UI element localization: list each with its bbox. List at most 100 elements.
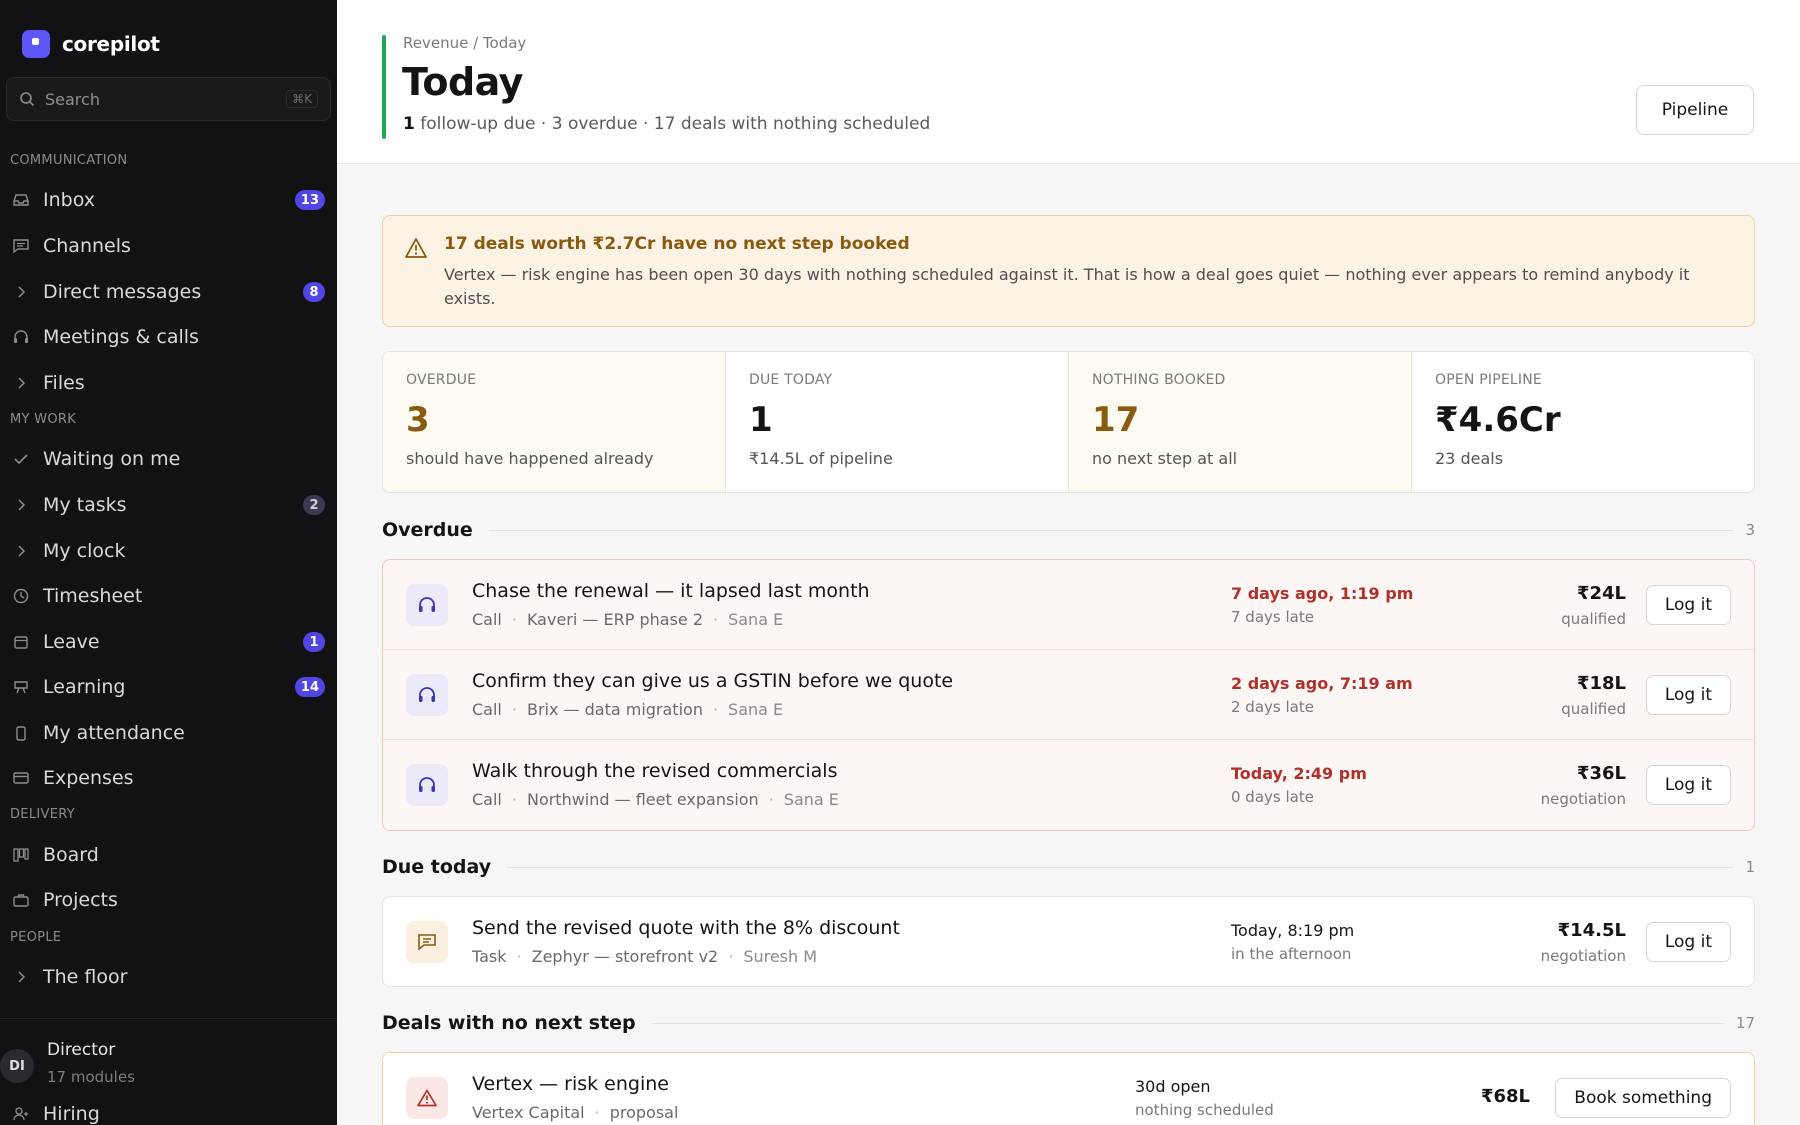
chat-icon	[12, 237, 30, 255]
item-when-note: in the afternoon	[1231, 945, 1352, 963]
no-next-step-list: Vertex — risk engine Vertex Capital · prop…	[382, 1052, 1755, 1125]
sidebar-item-timesheet[interactable]: Timesheet	[0, 576, 337, 616]
sidebar-item-the-floor[interactable]: The floor	[0, 957, 337, 997]
section-delivery: DELIVERY	[10, 807, 75, 822]
item-company[interactable]: Vertex Capital	[472, 1103, 585, 1122]
item-schedule-status: nothing scheduled	[1135, 1101, 1274, 1119]
logo-icon	[22, 30, 50, 58]
sidebar-item-projects[interactable]: Projects	[0, 880, 337, 920]
stat-sub: no next step at all	[1092, 449, 1238, 468]
sidebar: corepilot Search ⌘K COMMUNICATION Inbox …	[0, 0, 337, 1125]
stat-value: 17	[1092, 400, 1140, 440]
stat-open-pipeline[interactable]: OPEN PIPELINE ₹4.6Cr 23 deals	[1412, 352, 1754, 492]
count-badge: 1	[303, 632, 325, 652]
sidebar-item-my-tasks[interactable]: My tasks 2	[0, 485, 337, 525]
item-owner: Suresh M	[743, 947, 818, 966]
section-count: 17	[1735, 1014, 1755, 1032]
sidebar-item-waiting-on-me[interactable]: Waiting on me	[0, 439, 337, 479]
item-owner: Sana E	[783, 790, 839, 809]
section-divider	[651, 1022, 1724, 1024]
stat-value: 1	[749, 400, 773, 440]
stat-nothing-booked[interactable]: NOTHING BOOKED 17 no next step at all	[1069, 352, 1412, 492]
section-my-work: MY WORK	[10, 412, 77, 427]
sidebar-item-label: Waiting on me	[43, 448, 181, 470]
sidebar-item-board[interactable]: Board	[0, 835, 337, 875]
avatar[interactable]: DI	[0, 1049, 34, 1083]
meta-separator: ·	[516, 947, 522, 966]
sidebar-item-direct-messages[interactable]: Direct messages 8	[0, 272, 337, 312]
item-owner: Sana E	[728, 700, 784, 719]
due-today-list: Send the revised quote with the 8% disco…	[382, 896, 1755, 987]
sidebar-item-inbox[interactable]: Inbox 13	[0, 180, 337, 220]
item-type: Call	[472, 790, 502, 809]
meta-separator: ·	[511, 610, 517, 629]
card-icon	[12, 769, 30, 787]
user-name[interactable]: Director	[47, 1040, 115, 1060]
item-meta: Vertex Capital · proposal	[472, 1103, 678, 1122]
list-item[interactable]: Chase the renewal — it lapsed last month…	[383, 560, 1754, 650]
item-type: Task	[472, 947, 507, 966]
sidebar-item-hiring[interactable]: Hiring	[0, 1094, 337, 1125]
check-icon	[12, 450, 30, 468]
headset-icon	[406, 674, 448, 716]
item-late: 0 days late	[1231, 788, 1314, 806]
sidebar-item-label: Files	[43, 372, 85, 394]
log-it-button[interactable]: Log it	[1645, 585, 1731, 625]
log-it-button[interactable]: Log it	[1645, 765, 1731, 805]
item-meta: Call · Brix — data migration · Sana E	[472, 700, 783, 719]
sidebar-item-files[interactable]: Files	[0, 363, 337, 403]
page-title: Today	[402, 60, 523, 104]
sidebar-item-label: Meetings & calls	[43, 326, 199, 348]
stat-label: NOTHING BOOKED	[1092, 372, 1226, 388]
stat-label: OVERDUE	[406, 372, 477, 388]
log-it-button[interactable]: Log it	[1645, 922, 1731, 962]
item-deal[interactable]: Zephyr — storefront v2	[532, 947, 719, 966]
item-owner: Sana E	[728, 610, 784, 629]
search-input[interactable]: Search ⌘K	[6, 77, 331, 121]
sidebar-item-expenses[interactable]: Expenses	[0, 758, 337, 798]
item-deal[interactable]: Northwind — fleet expansion	[527, 790, 759, 809]
item-title: Walk through the revised commercials	[472, 760, 838, 782]
list-item[interactable]: Walk through the revised commercials Cal…	[383, 740, 1754, 830]
overdue-list: Chase the renewal — it lapsed last month…	[382, 559, 1755, 831]
stat-value: ₹4.6Cr	[1435, 400, 1561, 440]
stat-due-today[interactable]: DUE TODAY 1 ₹14.5L of pipeline	[726, 352, 1069, 492]
item-meta: Call · Northwind — fleet expansion · Sana E	[472, 790, 839, 809]
sidebar-item-label: Inbox	[43, 189, 95, 211]
list-item[interactable]: Confirm they can give us a GSTIN before …	[383, 650, 1754, 740]
sidebar-item-meetings-calls[interactable]: Meetings & calls	[0, 317, 337, 357]
sidebar-item-channels[interactable]: Channels	[0, 226, 337, 266]
count-badge: 14	[294, 677, 325, 697]
sidebar-item-leave[interactable]: Leave 1	[0, 622, 337, 662]
item-late: 2 days late	[1231, 698, 1314, 716]
header-accent-bar	[382, 35, 386, 139]
item-title: Send the revised quote with the 8% disco…	[472, 917, 900, 939]
breadcrumb[interactable]: Revenue / Today	[403, 34, 526, 52]
sidebar-item-my-clock[interactable]: My clock	[0, 531, 337, 571]
sidebar-item-label: My tasks	[43, 494, 127, 516]
page-header: Revenue / Today Today 1 follow-up due · …	[337, 0, 1800, 164]
item-deal[interactable]: Brix — data migration	[527, 700, 703, 719]
item-deal[interactable]: Kaveri — ERP phase 2	[527, 610, 703, 629]
list-item[interactable]: Vertex — risk engine Vertex Capital · prop…	[383, 1053, 1754, 1125]
stat-overdue[interactable]: OVERDUE 3 should have happened already	[383, 352, 726, 492]
item-type: Call	[472, 700, 502, 719]
headset-icon	[12, 328, 30, 346]
sidebar-item-label: My clock	[43, 540, 126, 562]
section-title: Deals with no next step	[382, 1012, 636, 1034]
section-people: PEOPLE	[10, 930, 62, 945]
sidebar-item-learning[interactable]: Learning 14	[0, 667, 337, 707]
list-item[interactable]: Send the revised quote with the 8% disco…	[383, 897, 1754, 986]
item-amount: ₹24L	[1576, 583, 1626, 604]
unread-badge: 13	[294, 190, 325, 210]
book-something-button[interactable]: Book something	[1555, 1078, 1731, 1118]
stats-strip: OVERDUE 3 should have happened already D…	[382, 351, 1755, 493]
pipeline-button[interactable]: Pipeline	[1636, 85, 1754, 135]
brand[interactable]: corepilot	[0, 0, 337, 64]
sidebar-item-my-attendance[interactable]: My attendance	[0, 713, 337, 753]
log-it-button[interactable]: Log it	[1645, 675, 1731, 715]
item-meta: Task · Zephyr — storefront v2 · Suresh M	[472, 947, 817, 966]
item-stage: proposal	[609, 1103, 679, 1122]
user-modules: 17 modules	[47, 1068, 135, 1086]
stat-value: 3	[406, 400, 430, 440]
